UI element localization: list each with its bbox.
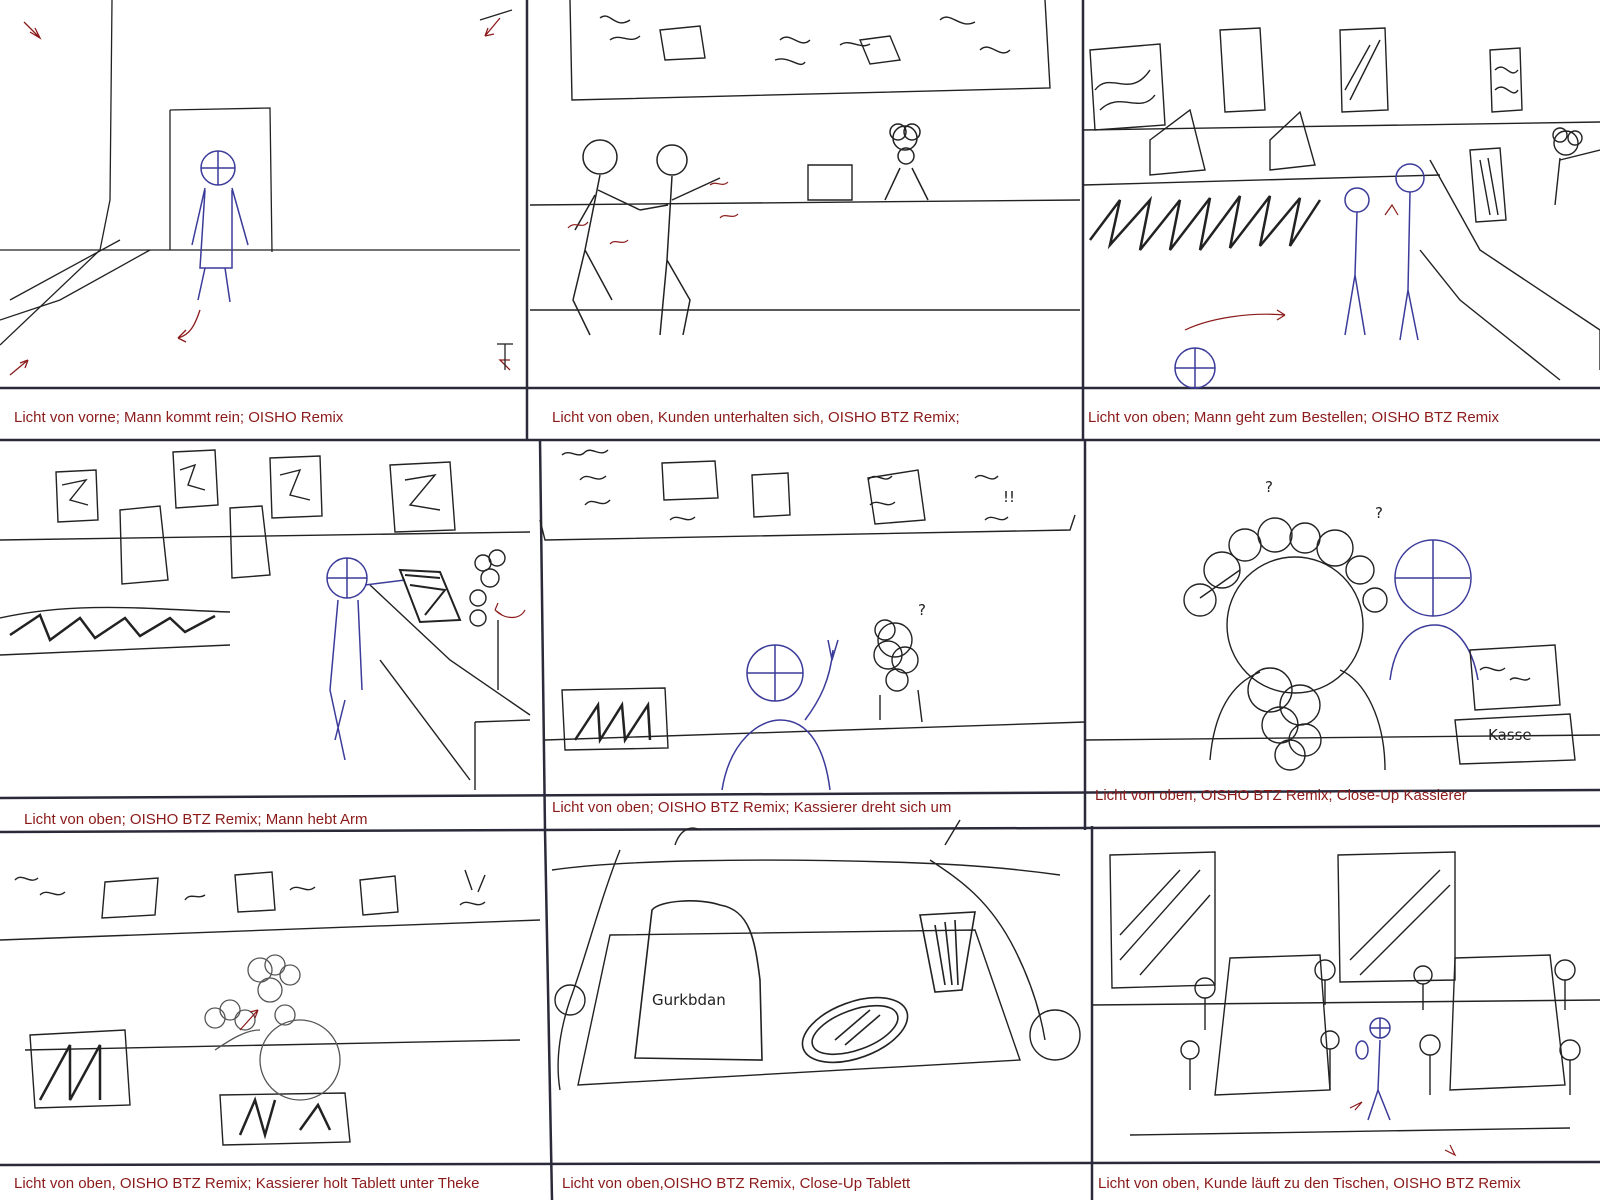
panel-9-annotations (1349, 1101, 1457, 1157)
panel-2-people (572, 123, 929, 336)
panel-7-cashiers (204, 954, 341, 1101)
panel-6-caption: Licht von oben; OISHO BTZ Remix; Close-U… (1095, 787, 1467, 804)
panel-7-sketch (0, 869, 541, 1146)
panel-4-annotations (494, 602, 526, 619)
panel-1-marker (497, 343, 513, 370)
panel-3-cashier (1552, 127, 1583, 206)
panel-8-cup (919, 911, 976, 993)
panel-2-annotations (567, 181, 739, 245)
panel-7-caption: Licht von oben, OISHO BTZ Remix; Kassier… (14, 1175, 480, 1192)
panel-6-cashier-head (1183, 517, 1388, 771)
panel-5-people (721, 639, 839, 791)
panel-5-exclamations: !! (1003, 488, 1015, 506)
panel-1-annotations (9, 17, 511, 376)
panel-2-caption: Licht von oben, Kunden unterhalten sich,… (552, 409, 960, 426)
panel-5-cashier (873, 619, 923, 723)
panel-3-caption: Licht von oben; Mann geht zum Bestellen;… (1088, 409, 1500, 426)
panel-6-question-mark-1: ? (1265, 478, 1273, 496)
panel-9-sketch (1091, 851, 1600, 1136)
panel-4-people (326, 557, 406, 761)
panel-8-caption: Licht von oben,OISHO BTZ Remix, Close-Up… (562, 1175, 911, 1192)
panel-6-kasse-label: Kasse (1488, 726, 1532, 744)
panel-1-caption: Licht von vorne; Mann kommt rein; OISHO … (14, 409, 344, 426)
panel-4-caption: Licht von oben; OISHO BTZ Remix; Mann he… (24, 811, 368, 828)
panel-5-hatch (573, 701, 652, 744)
panel-6-customer (1389, 539, 1479, 681)
panel-6-question-mark-2: ? (1375, 504, 1383, 522)
panel-7-hatch (38, 1044, 332, 1140)
panel-4-hatch (9, 613, 216, 642)
panel-3-sketch (1082, 27, 1600, 381)
panel-8-placemat (634, 900, 763, 1061)
panel-3-hatch (1089, 195, 1322, 251)
panel-3-annotations (1184, 203, 1399, 331)
panel-grid (0, 0, 1600, 1200)
panel-4-cashier (469, 549, 506, 690)
panel-8-plate (801, 996, 909, 1064)
panel-9-person (1355, 1017, 1391, 1121)
panel-5-question-mark: ? (918, 601, 926, 619)
storyboard-sheet: ? !! Kasse ? ? Gurkbdan (0, 0, 1600, 1200)
panel-2-sketch (529, 0, 1081, 311)
panel-8-placemat-label: Gurkbdan (652, 991, 726, 1009)
panel-6-counter (1084, 644, 1600, 765)
panel-1-sketch (0, 0, 520, 346)
panel-5-caption: Licht von oben; OISHO BTZ Remix; Kassier… (552, 799, 952, 816)
panel-1-person (191, 150, 249, 303)
panel-9-caption: Licht von oben, Kunde läuft zu den Tisch… (1098, 1175, 1521, 1192)
panel-4-register (398, 568, 462, 624)
